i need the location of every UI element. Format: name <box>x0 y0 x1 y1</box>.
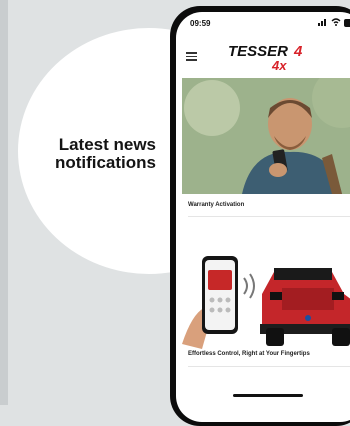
signal-icon <box>318 18 328 28</box>
svg-text:4: 4 <box>293 43 303 60</box>
callout-line-2: notifications <box>54 153 156 172</box>
app-header: TESSER 4 4x <box>176 34 350 76</box>
home-indicator[interactable] <box>233 394 303 397</box>
tesser-logo: TESSER 4 4x <box>228 42 318 73</box>
truck-and-phone-illustration <box>182 256 350 349</box>
wifi-icon <box>331 18 341 28</box>
status-time: 09:59 <box>190 19 211 28</box>
battery-icon <box>344 19 350 27</box>
control-card-image[interactable] <box>182 244 350 349</box>
callout-text: Latest news notifications <box>28 136 156 172</box>
phone-frame: 09:59 TESSER 4 4x Warranty Activation Ef… <box>170 6 350 426</box>
tesser-logo-graphic: TESSER 4 4x <box>228 43 303 73</box>
card-divider <box>188 216 350 217</box>
status-icons <box>318 18 350 28</box>
menu-icon[interactable] <box>186 52 197 61</box>
callout-line-1: Latest news <box>58 135 156 154</box>
control-card-label[interactable]: Effortless Control, Right at Your Finger… <box>188 351 310 357</box>
warranty-card-image[interactable] <box>182 78 350 194</box>
warranty-card-label[interactable]: Warranty Activation <box>188 202 244 208</box>
status-bar: 09:59 <box>176 12 350 34</box>
man-with-phone-illustration <box>182 78 350 194</box>
svg-text:4x: 4x <box>271 58 287 73</box>
phone-screen: 09:59 TESSER 4 4x Warranty Activation Ef… <box>176 12 350 422</box>
card-divider <box>188 366 350 367</box>
left-background-strip <box>0 0 8 405</box>
